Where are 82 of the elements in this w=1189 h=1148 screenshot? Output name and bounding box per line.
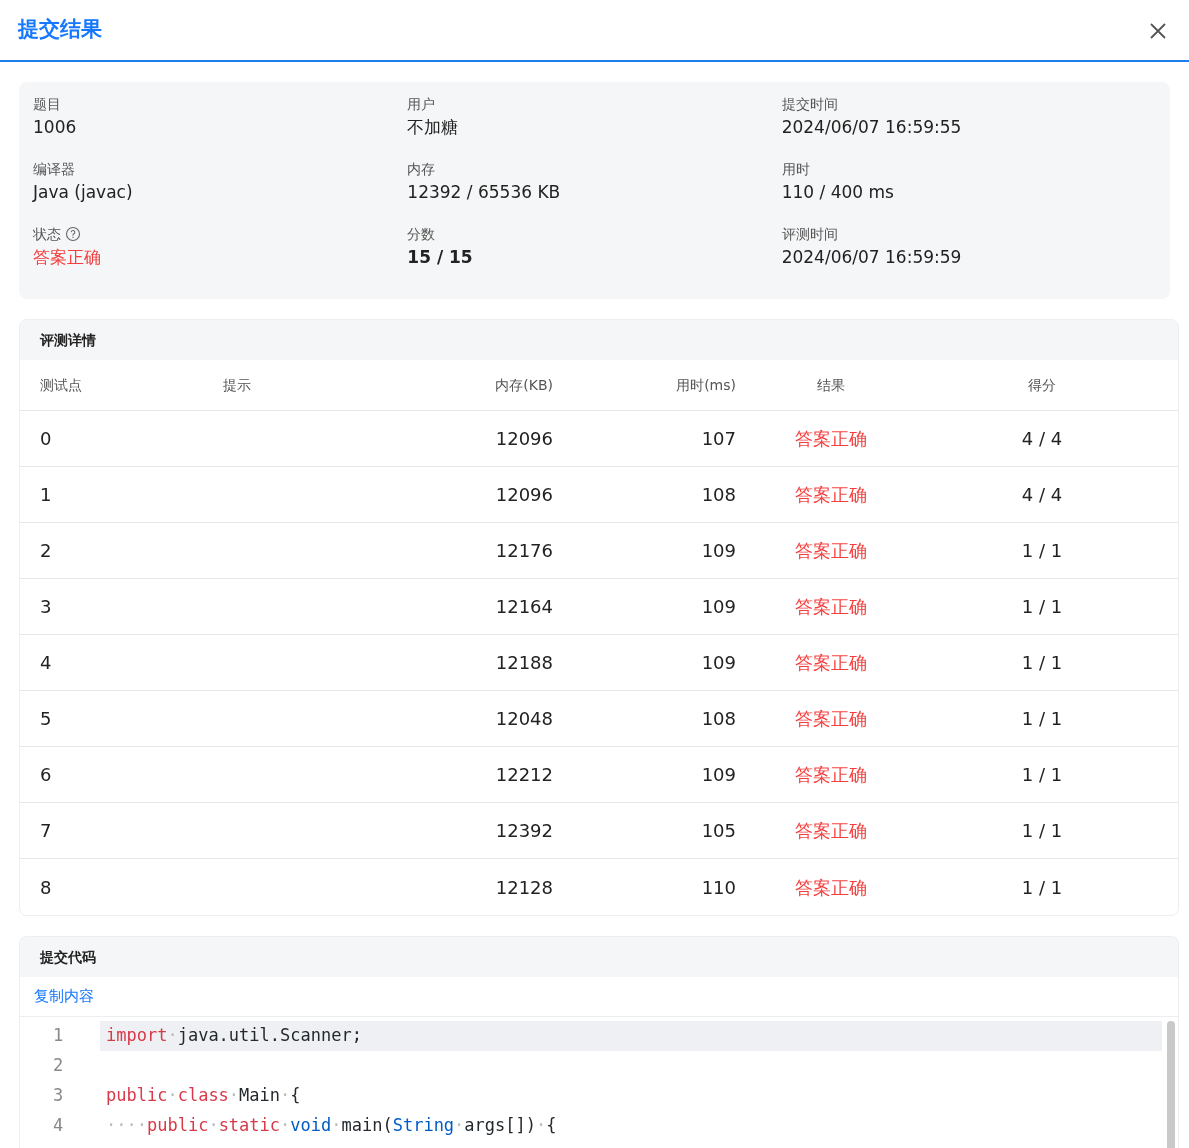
table-cell-text: 1 / 1 [1020, 819, 1064, 843]
table-cell-text: 1 / 1 [1020, 651, 1064, 675]
help-icon[interactable] [65, 226, 81, 242]
section-title: 提交代码 [20, 937, 1178, 977]
result-cell-text: 答案正确 [794, 763, 868, 787]
table-cell-text: 109 [700, 763, 736, 787]
field-label: 评测时间 [781, 225, 838, 244]
table-cell-text: 12096 [494, 427, 553, 451]
column-header: 测试点 [40, 375, 83, 395]
field-label: 用户 [407, 95, 436, 114]
table-cell-text: 108 [700, 707, 736, 731]
table-cell-text: 109 [700, 539, 736, 563]
copy-link[interactable]: 复制内容 [34, 985, 94, 1008]
line-number: 1 [51, 1024, 65, 1048]
table-cell-text: 4 / 4 [1020, 483, 1064, 507]
result-cell-text: 答案正确 [794, 427, 868, 451]
column-header: 内存(KB) [494, 375, 553, 395]
column-header: 用时(ms) [675, 375, 736, 395]
field-value: Java (javac) [33, 181, 134, 204]
section-title: 评测详情 [20, 320, 1178, 360]
result-cell-text: 答案正确 [794, 483, 868, 507]
table-cell-text: 107 [700, 427, 736, 451]
column-header: 得分 [1027, 375, 1057, 395]
code-line: ····public·static·void·main(String·args[])·{ [105, 1114, 558, 1138]
scrollbar[interactable] [1167, 1021, 1175, 1148]
table-cell-text: 12392 [494, 819, 553, 843]
table-cell-text: 12164 [494, 595, 553, 619]
table-cell-text: 110 [700, 875, 736, 900]
table-cell-text: 12128 [494, 875, 553, 900]
result-cell-text: 答案正确 [794, 651, 868, 675]
table-cell-text: 1 / 1 [1020, 539, 1064, 563]
table-cell-text: 1 / 1 [1020, 763, 1064, 787]
line-number: 3 [51, 1084, 65, 1108]
table-cell-text: 1 [40, 483, 53, 507]
code-line: public·class·Main·{ [105, 1084, 302, 1108]
column-header: 提示 [223, 375, 252, 395]
field-value: 1006 [33, 116, 78, 139]
field-value: 15 / 15 [407, 246, 474, 269]
table-cell-text: 12176 [494, 539, 553, 563]
field-label: 提交时间 [781, 95, 838, 114]
table-cell-text: 6 [40, 763, 53, 787]
table-cell-text: 12212 [494, 763, 553, 787]
table-cell-text: 108 [700, 483, 736, 507]
table-cell-text: 109 [700, 651, 736, 675]
dialog-title: 提交结果 [18, 16, 102, 44]
field-label: 状态 [33, 225, 61, 244]
column-header: 结果 [816, 375, 846, 395]
line-number: 4 [51, 1114, 65, 1138]
field-label: 用时 [781, 160, 810, 179]
field-value: 110 / 400 ms [781, 181, 895, 204]
table-cell-text: 109 [700, 595, 736, 619]
field-value: 12392 / 65536 KB [407, 181, 562, 204]
result-cell-text: 答案正确 [794, 875, 868, 900]
table-cell-text: 1 / 1 [1020, 875, 1064, 900]
table-cell-text: 12048 [494, 707, 553, 731]
table-cell-text: 7 [40, 819, 53, 843]
table-cell-text: 0 [40, 427, 53, 451]
table-cell-text: 8 [40, 875, 53, 900]
table-cell-text: 3 [40, 595, 53, 619]
result-cell-text: 答案正确 [794, 595, 868, 619]
table-cell-text: 2 [40, 539, 53, 563]
field-value: 答案正确 [33, 246, 102, 269]
field-value: 不加糖 [407, 116, 460, 139]
result-cell-text: 答案正确 [794, 819, 868, 843]
table-cell-text: 4 [40, 651, 53, 675]
field-label: 编译器 [33, 160, 75, 179]
table-cell-text: 1 / 1 [1020, 595, 1064, 619]
field-label: 内存 [407, 160, 436, 179]
table-cell-text: 12188 [494, 651, 553, 675]
close-icon [1149, 21, 1167, 40]
table-cell-text: 4 / 4 [1020, 427, 1064, 451]
table-cell-text: 12096 [494, 483, 553, 507]
field-value: 2024/06/07 16:59:55 [781, 116, 963, 139]
table-cell-text: 105 [700, 819, 736, 843]
field-label: 分数 [407, 225, 436, 244]
field-label: 题目 [33, 95, 61, 114]
field-value: 2024/06/07 16:59:59 [781, 246, 963, 269]
result-cell-text: 答案正确 [794, 707, 868, 731]
line-number: 2 [51, 1054, 65, 1078]
table-cell-text: 1 / 1 [1020, 707, 1064, 731]
result-cell-text: 答案正确 [794, 539, 868, 563]
table-cell-text: 5 [40, 707, 53, 731]
